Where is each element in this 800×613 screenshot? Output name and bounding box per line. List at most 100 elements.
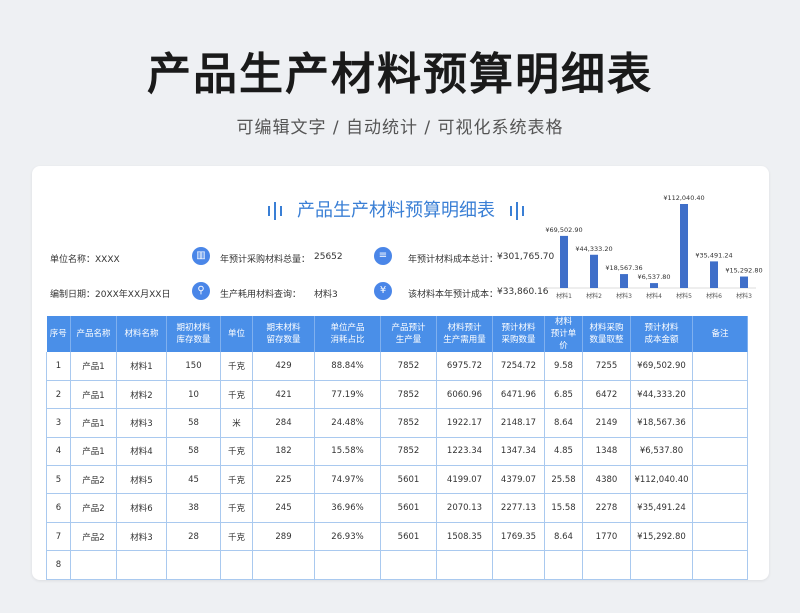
table-cell[interactable]: 7255 bbox=[582, 352, 631, 381]
table-cell[interactable]: 6472 bbox=[582, 380, 631, 410]
table-cell[interactable]: 千克 bbox=[220, 493, 253, 523]
table-cell[interactable] bbox=[582, 550, 631, 580]
table-cell[interactable]: 5601 bbox=[380, 522, 437, 552]
table-cell[interactable]: 45 bbox=[166, 465, 221, 495]
table-cell[interactable]: 15.58 bbox=[544, 493, 583, 523]
table-cell[interactable]: 4 bbox=[46, 437, 71, 467]
table-cell[interactable]: 6471.96 bbox=[492, 380, 545, 410]
table-cell[interactable]: ¥69,502.90 bbox=[630, 352, 693, 381]
table-cell[interactable]: 8.64 bbox=[544, 522, 583, 552]
table-cell[interactable]: 6 bbox=[46, 493, 71, 523]
table-cell[interactable] bbox=[692, 380, 748, 410]
table-cell[interactable]: 58 bbox=[166, 408, 221, 438]
table-cell[interactable]: 材料2 bbox=[116, 380, 167, 410]
table-cell[interactable]: ¥6,537.80 bbox=[630, 437, 693, 467]
table-cell[interactable]: 28 bbox=[166, 522, 221, 552]
table-cell[interactable]: ¥35,491.24 bbox=[630, 493, 693, 523]
table-cell[interactable]: 产品2 bbox=[70, 465, 117, 495]
table-cell[interactable] bbox=[692, 408, 748, 438]
table-cell[interactable] bbox=[116, 550, 167, 580]
table-cell[interactable]: 材料6 bbox=[116, 493, 167, 523]
table-cell[interactable]: 4.85 bbox=[544, 437, 583, 467]
table-cell[interactable]: 7852 bbox=[380, 408, 437, 438]
table-cell[interactable]: 15.58% bbox=[314, 437, 381, 467]
table-cell[interactable]: 58 bbox=[166, 437, 221, 467]
table-cell[interactable] bbox=[692, 550, 748, 580]
table-cell[interactable] bbox=[70, 550, 117, 580]
table-cell[interactable] bbox=[220, 550, 253, 580]
table-cell[interactable]: 7852 bbox=[380, 380, 437, 410]
table-cell[interactable] bbox=[314, 550, 381, 580]
table-cell[interactable]: 10 bbox=[166, 380, 221, 410]
table-cell[interactable]: 2149 bbox=[582, 408, 631, 438]
table-cell[interactable]: 2278 bbox=[582, 493, 631, 523]
table-cell[interactable]: 5601 bbox=[380, 493, 437, 523]
table-cell[interactable]: 4379.07 bbox=[492, 465, 545, 495]
table-cell[interactable]: 材料5 bbox=[116, 465, 167, 495]
table-cell[interactable]: 材料1 bbox=[116, 352, 167, 381]
table-cell[interactable]: 284 bbox=[252, 408, 315, 438]
table-cell[interactable]: 5601 bbox=[380, 465, 437, 495]
table-cell[interactable]: 7254.72 bbox=[492, 352, 545, 381]
table-cell[interactable]: 289 bbox=[252, 522, 315, 552]
table-cell[interactable]: 7852 bbox=[380, 437, 437, 467]
table-cell[interactable]: 429 bbox=[252, 352, 315, 381]
table-cell[interactable]: 材料3 bbox=[116, 408, 167, 438]
table-cell[interactable]: 3 bbox=[46, 408, 71, 438]
table-cell[interactable]: 26.93% bbox=[314, 522, 381, 552]
table-cell[interactable]: 1347.34 bbox=[492, 437, 545, 467]
table-cell[interactable]: 千克 bbox=[220, 465, 253, 495]
table-cell[interactable]: 材料4 bbox=[116, 437, 167, 467]
table-cell[interactable]: 产品1 bbox=[70, 380, 117, 410]
table-cell[interactable]: 421 bbox=[252, 380, 315, 410]
table-cell[interactable]: ¥18,567.36 bbox=[630, 408, 693, 438]
table-cell[interactable]: 24.48% bbox=[314, 408, 381, 438]
table-cell[interactable]: 6.85 bbox=[544, 380, 583, 410]
table-cell[interactable]: 7 bbox=[46, 522, 71, 552]
table-cell[interactable]: 千克 bbox=[220, 522, 253, 552]
table-cell[interactable]: 25.58 bbox=[544, 465, 583, 495]
table-cell[interactable] bbox=[692, 493, 748, 523]
table-cell[interactable]: 182 bbox=[252, 437, 315, 467]
table-cell[interactable]: 6060.96 bbox=[436, 380, 493, 410]
table-cell[interactable] bbox=[692, 352, 748, 381]
table-cell[interactable]: 77.19% bbox=[314, 380, 381, 410]
table-cell[interactable]: 9.58 bbox=[544, 352, 583, 381]
table-cell[interactable]: 1508.35 bbox=[436, 522, 493, 552]
table-cell[interactable]: ¥112,040.40 bbox=[630, 465, 693, 495]
table-cell[interactable]: 74.97% bbox=[314, 465, 381, 495]
table-cell[interactable]: 4199.07 bbox=[436, 465, 493, 495]
table-cell[interactable]: 产品1 bbox=[70, 352, 117, 381]
table-cell[interactable]: 2070.13 bbox=[436, 493, 493, 523]
table-cell[interactable]: 1 bbox=[46, 352, 71, 381]
table-cell[interactable]: 1348 bbox=[582, 437, 631, 467]
table-cell[interactable]: 1770 bbox=[582, 522, 631, 552]
table-cell[interactable]: 材料3 bbox=[116, 522, 167, 552]
table-cell[interactable]: 1922.17 bbox=[436, 408, 493, 438]
table-cell[interactable]: 8 bbox=[46, 550, 71, 580]
table-cell[interactable] bbox=[692, 437, 748, 467]
table-cell[interactable]: 产品1 bbox=[70, 408, 117, 438]
table-cell[interactable]: 千克 bbox=[220, 437, 253, 467]
table-cell[interactable] bbox=[380, 550, 437, 580]
table-cell[interactable]: 225 bbox=[252, 465, 315, 495]
table-cell[interactable]: 千克 bbox=[220, 352, 253, 381]
table-cell[interactable]: ¥44,333.20 bbox=[630, 380, 693, 410]
table-cell[interactable]: 2148.17 bbox=[492, 408, 545, 438]
table-cell[interactable]: 6975.72 bbox=[436, 352, 493, 381]
table-cell[interactable]: 1223.34 bbox=[436, 437, 493, 467]
table-cell[interactable]: 2 bbox=[46, 380, 71, 410]
table-cell[interactable]: 产品2 bbox=[70, 493, 117, 523]
table-cell[interactable] bbox=[630, 550, 693, 580]
table-cell[interactable]: 5 bbox=[46, 465, 71, 495]
table-cell[interactable]: 8.64 bbox=[544, 408, 583, 438]
table-cell[interactable]: 千克 bbox=[220, 380, 253, 410]
table-cell[interactable]: 2277.13 bbox=[492, 493, 545, 523]
table-cell[interactable] bbox=[436, 550, 493, 580]
table-cell[interactable]: 产品1 bbox=[70, 437, 117, 467]
table-cell[interactable] bbox=[544, 550, 583, 580]
table-cell[interactable]: 150 bbox=[166, 352, 221, 381]
table-cell[interactable]: 88.84% bbox=[314, 352, 381, 381]
table-cell[interactable] bbox=[692, 522, 748, 552]
table-cell[interactable]: 36.96% bbox=[314, 493, 381, 523]
